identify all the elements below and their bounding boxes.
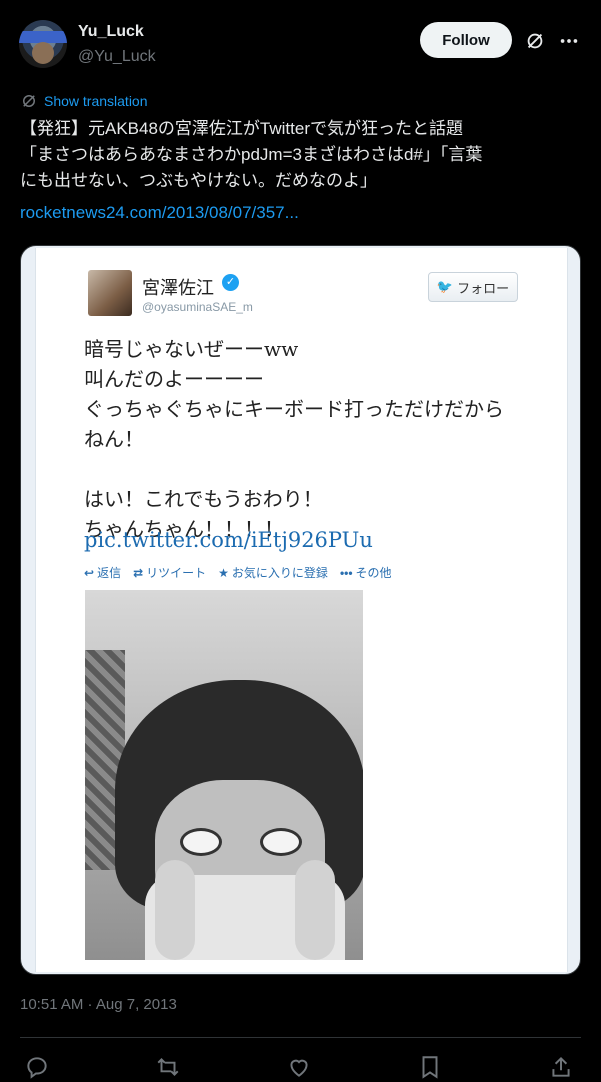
embedded-link: pic.twitter.com/iEtj926PUu: [84, 528, 373, 552]
embedded-text: 暗号じゃないぜーーww 叫んだのよーーーー ぐっちゃぐちゃにキーボード打っただけ…: [84, 337, 504, 541]
more-options-icon[interactable]: [558, 30, 580, 52]
dots-icon: •••: [339, 565, 353, 580]
twitter-bird-icon: 🐦: [436, 279, 454, 294]
divider: [20, 1037, 581, 1038]
show-translation[interactable]: Show translation: [20, 92, 148, 110]
embedded-follow-label: フォロー: [457, 280, 510, 296]
bookmark-icon[interactable]: [417, 1054, 443, 1080]
reply-arrow-icon: ↩: [84, 565, 95, 580]
tweet-link[interactable]: rocketnews24.com/2013/08/07/357...: [20, 203, 299, 223]
author-handle[interactable]: @Yu_Luck: [78, 48, 156, 66]
share-icon[interactable]: [548, 1054, 574, 1080]
embedded-avatar: [88, 270, 132, 316]
translate-icon: [23, 95, 35, 107]
like-icon[interactable]: [286, 1054, 312, 1080]
grok-icon[interactable]: [524, 30, 546, 52]
avatar[interactable]: [19, 20, 67, 68]
reply-icon[interactable]: [24, 1054, 50, 1080]
embedded-more: ••• その他: [339, 565, 392, 581]
media-image[interactable]: 宮澤佐江 ✓ @oyasuminaSAE_m 🐦 フォロー 暗号じゃないぜーーw…: [20, 245, 581, 975]
show-translation-label[interactable]: Show translation: [44, 93, 148, 109]
follow-button[interactable]: Follow: [420, 22, 512, 58]
retweet-icon[interactable]: [155, 1054, 181, 1080]
author-name[interactable]: Yu_Luck: [78, 23, 144, 41]
star-icon: ★: [218, 565, 229, 580]
embedded-follow-button: 🐦 フォロー: [428, 272, 518, 302]
embedded-favorite: ★ お気に入りに登録: [218, 565, 328, 581]
embedded-handle: @oyasuminaSAE_m: [142, 300, 253, 314]
embedded-actions: ↩ 返信 ⇄ リツイート ★ お気に入りに登録 ••• その他: [84, 564, 392, 581]
embedded-name: 宮澤佐江: [142, 278, 214, 299]
tweet-timestamp[interactable]: 10:51 AM · Aug 7, 2013: [20, 996, 177, 1013]
embedded-retweet: ⇄ リツイート: [133, 565, 207, 581]
retweet-small-icon: ⇄: [133, 565, 144, 580]
embedded-photo: [85, 590, 363, 960]
action-bar: [0, 1050, 601, 1082]
embedded-reply: ↩ 返信: [84, 565, 122, 581]
tweet-header: Yu_Luck @Yu_Luck Follow: [0, 0, 601, 86]
tweet-text: 【発狂】元AKB48の宮澤佐江がTwitterで気が狂ったと話題 「まさつはあら…: [20, 119, 483, 190]
verified-icon: ✓: [222, 274, 239, 291]
embedded-tweet: 宮澤佐江 ✓ @oyasuminaSAE_m 🐦 フォロー 暗号じゃないぜーーw…: [35, 248, 568, 972]
